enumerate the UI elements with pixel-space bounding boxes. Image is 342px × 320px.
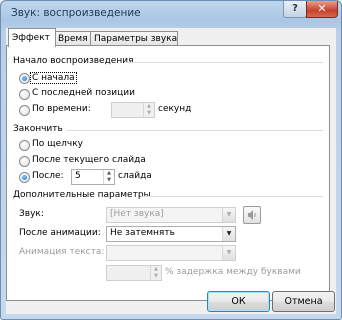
sound-label: Звук: xyxy=(19,209,44,219)
letter-delay-label: % задержка между буквами xyxy=(165,267,301,277)
seconds-unit-label: секунд xyxy=(158,104,192,114)
stop-group-label: Закончить xyxy=(13,124,63,134)
stepper-arrows[interactable]: ▲ ▼ xyxy=(143,103,154,117)
after-animation-label: После анимации: xyxy=(19,228,101,238)
chevron-down-icon[interactable]: ▼ xyxy=(222,227,235,241)
ok-button[interactable]: ОК xyxy=(207,291,270,312)
radio-button[interactable] xyxy=(19,172,30,183)
group-divider xyxy=(141,196,323,197)
tab-sound-settings[interactable]: Параметры звука xyxy=(90,31,178,46)
sound-select[interactable]: [Нет звука] ▼ xyxy=(106,207,236,223)
tab-effect[interactable]: Эффект xyxy=(8,28,56,47)
start-group-label: Начало воспроизведения xyxy=(13,56,134,66)
radio-label: По времени: xyxy=(32,104,91,114)
radio-label: С начала xyxy=(30,72,77,84)
slides-unit-label: слайда xyxy=(118,171,152,181)
letter-delay-stepper[interactable]: ▲ ▼ xyxy=(106,265,162,281)
stepper-value: 5 xyxy=(75,171,81,181)
radio-button[interactable] xyxy=(19,73,30,84)
radio-button[interactable] xyxy=(19,89,30,100)
radio-button[interactable] xyxy=(19,156,30,167)
cancel-button[interactable]: Отмена xyxy=(272,291,335,312)
dialog-client: Эффект Время Параметры звука Начало восп… xyxy=(6,28,336,314)
dialog-window: Звук: воспроизведение ? ✕ Эффект Время П… xyxy=(0,0,342,320)
tab-timing[interactable]: Время xyxy=(54,31,95,46)
speaker-volume-button[interactable] xyxy=(243,206,261,224)
chevron-down-icon[interactable]: ▼ xyxy=(222,246,235,260)
radio-label: После: xyxy=(32,171,64,181)
stepper-arrows[interactable]: ▲ ▼ xyxy=(103,170,114,184)
window-title: Звук: воспроизведение xyxy=(11,7,141,19)
select-value: Не затемнять xyxy=(110,228,175,238)
stepper-arrows[interactable]: ▲ ▼ xyxy=(150,266,161,280)
radio-button[interactable] xyxy=(19,105,30,116)
close-button[interactable]: ✕ xyxy=(306,1,338,18)
radio-label: По щелчку xyxy=(32,139,83,149)
extra-group-label: Дополнительные параметры xyxy=(13,190,151,200)
tab-strip: Эффект Время Параметры звука xyxy=(6,28,336,47)
radio-label: С последней позиции xyxy=(32,88,135,98)
title-bar[interactable]: Звук: воспроизведение ? ✕ xyxy=(1,1,341,29)
chevron-down-icon[interactable]: ▼ xyxy=(222,208,235,222)
effect-panel: Начало воспроизведения С начала С послед… xyxy=(6,45,330,301)
radio-button[interactable] xyxy=(19,140,30,151)
text-animation-label: Анимация текста: xyxy=(19,247,105,257)
stop-slides-stepper[interactable]: 5 ▲ ▼ xyxy=(71,169,115,185)
help-button[interactable]: ? xyxy=(283,1,307,18)
radio-label: После текущего слайда xyxy=(32,155,146,165)
group-divider xyxy=(67,130,323,131)
after-animation-select[interactable]: Не затемнять ▼ xyxy=(106,226,236,242)
speaker-icon xyxy=(248,210,256,220)
group-divider xyxy=(124,62,323,63)
start-time-stepper[interactable]: ▲ ▼ xyxy=(111,102,155,118)
text-animation-select[interactable]: ▼ xyxy=(106,245,236,261)
select-value: [Нет звука] xyxy=(110,209,164,219)
